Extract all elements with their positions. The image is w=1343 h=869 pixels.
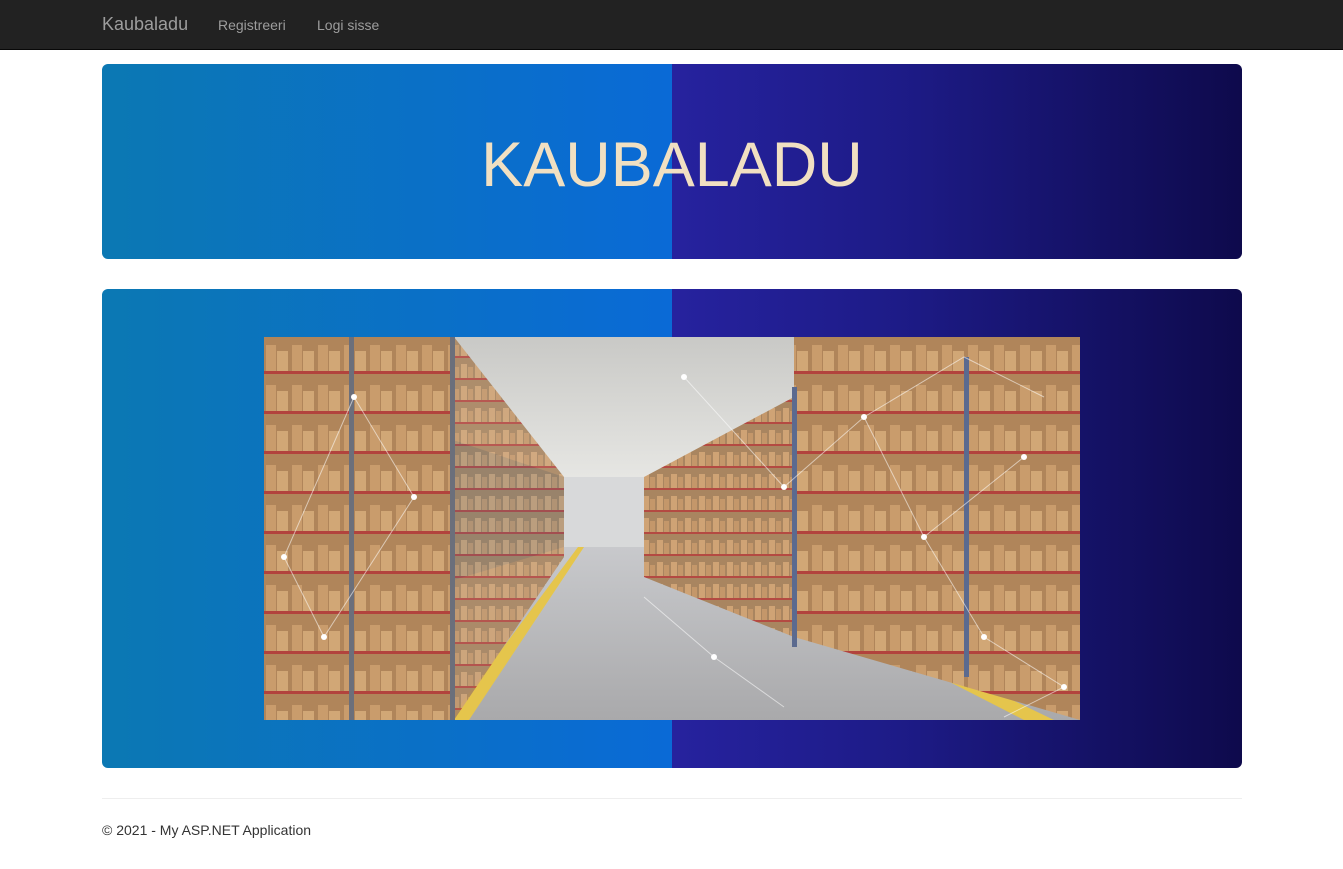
nav-register-link[interactable]: Registreeri: [218, 16, 286, 34]
footer-copyright: © 2021 - My ASP.NET Application: [102, 822, 312, 838]
top-navbar: Kaubaladu Registreeri Logi sisse: [0, 0, 1343, 50]
nav-login-link[interactable]: Logi sisse: [317, 16, 379, 34]
warehouse-image: [264, 337, 1080, 720]
brand-link[interactable]: Kaubaladu: [102, 14, 188, 34]
banner-title: KAUBALADU: [481, 130, 863, 200]
footer-divider: [102, 798, 1242, 799]
hero-panel: [102, 289, 1242, 768]
title-banner: KAUBALADU: [102, 64, 1242, 259]
